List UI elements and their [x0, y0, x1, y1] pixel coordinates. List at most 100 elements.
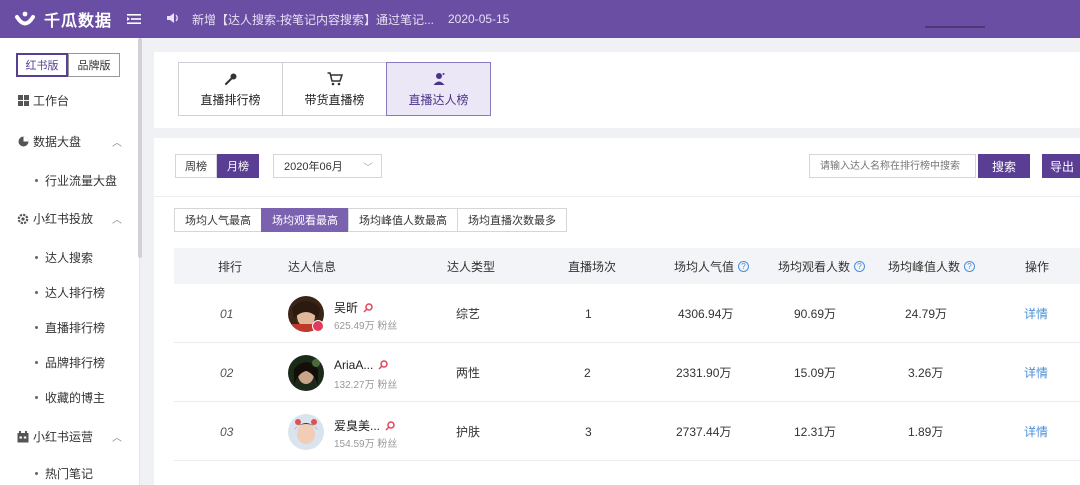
tab-sales-live[interactable]: 带货直播榜	[282, 62, 387, 116]
avatar[interactable]	[288, 355, 324, 391]
detail-link[interactable]: 详情	[1024, 402, 1048, 461]
sidebar-item-label: 收藏的博主	[45, 391, 106, 405]
export-button[interactable]: 导出	[1042, 154, 1080, 178]
pie-chart-icon	[17, 136, 29, 148]
microphone-icon	[224, 71, 238, 87]
fans-count: 625.49万	[334, 321, 375, 332]
sidebar-section-label: 小红书运营	[33, 430, 94, 444]
fans-label: 粉丝	[377, 321, 398, 332]
avg-popularity: 2331.90万	[676, 366, 732, 380]
bullet-dot	[35, 291, 38, 294]
announcement-date: 2020-05-15	[448, 12, 510, 26]
bullet-dot	[35, 396, 38, 399]
column-header: 场均人气值	[674, 259, 735, 274]
tab-avg-popularity[interactable]: 场均人气最高	[174, 208, 262, 232]
help-icon[interactable]: ?	[964, 260, 976, 272]
kol-type: 两性	[456, 366, 481, 380]
sidebar-item-brand-ranking[interactable]: 品牌排行榜	[35, 354, 105, 371]
monthly-button[interactable]: 月榜	[217, 154, 259, 178]
tab-avg-viewers[interactable]: 场均观看最高	[261, 208, 349, 232]
sidebar-item-label: 行业流量大盘	[45, 174, 118, 188]
weekly-button[interactable]: 周榜	[175, 154, 217, 178]
rank-number: 03	[220, 424, 234, 439]
chevron-up-icon: ︿	[112, 215, 122, 226]
sidebar-section-label: 小红书投放	[33, 212, 94, 226]
sidebar-section-data-overview[interactable]: 数据大盘 ︿	[0, 133, 138, 150]
avg-peak: 24.79万	[905, 307, 948, 321]
month-select[interactable]: 2020年06月 ﹀	[273, 154, 382, 178]
avg-viewers: 15.09万	[794, 366, 837, 380]
avatar[interactable]	[288, 414, 324, 450]
avg-viewers: 12.31万	[794, 425, 837, 439]
top-bar: 千瓜数据 新增【达人搜索-按笔记内容搜索】通过笔记... 2020-05-15	[0, 0, 1080, 38]
sidebar-item-industry-traffic[interactable]: 行业流量大盘	[35, 172, 117, 189]
kol-fans: 154.59万 粉丝	[334, 435, 397, 450]
live-sessions: 1	[585, 306, 592, 321]
column-header-with-help: 场均观看人数 ?	[778, 248, 866, 284]
live-sessions: 3	[585, 424, 592, 439]
grid-icon	[17, 95, 29, 107]
live-sessions: 2	[584, 365, 591, 380]
announcement-bar[interactable]: 新增【达人搜索-按笔记内容搜索】通过笔记... 2020-05-15	[166, 11, 509, 28]
sidebar-item-favorite-bloggers[interactable]: 收藏的博主	[35, 389, 105, 406]
live-tag-icon	[385, 420, 395, 431]
tab-live-kol[interactable]: 直播达人榜	[386, 62, 491, 116]
sidebar-item-live-ranking[interactable]: 直播排行榜	[35, 319, 105, 336]
help-icon[interactable]: ?	[738, 260, 750, 272]
kol-name-wrap[interactable]: 爱臭美...	[334, 417, 395, 434]
search-button[interactable]: 搜索	[978, 154, 1030, 178]
avg-peak: 1.89万	[908, 425, 944, 439]
table-row: 03 爱臭美... 154.59万 粉丝 护肤 3 2737.44万 12.31…	[174, 402, 1080, 461]
chevron-up-icon: ︿	[112, 138, 122, 149]
brand-logo[interactable]: 千瓜数据	[0, 7, 140, 31]
kol-type: 综艺	[456, 307, 481, 321]
sidebar-item-label: 达人排行榜	[45, 286, 106, 300]
column-header: 排行	[218, 259, 243, 274]
live-tag-icon	[378, 360, 389, 370]
sidebar-item-kol-search[interactable]: 达人搜索	[35, 249, 93, 266]
avg-peak: 3.26万	[908, 366, 944, 380]
table-row: 01 吴昕 625.49万 粉丝 综艺 1 4306.94万 90.69万 24…	[174, 284, 1080, 343]
kol-name-wrap[interactable]: AriaA...	[334, 358, 389, 372]
calendar-icon	[17, 430, 29, 443]
detail-link[interactable]: 详情	[1024, 284, 1048, 343]
user-area-divider	[925, 26, 985, 28]
kol-name-wrap[interactable]: 吴昕	[334, 299, 373, 316]
sidebar-item-label: 达人搜索	[45, 251, 94, 265]
sidebar-item-hot-notes[interactable]: 热门笔记	[35, 465, 93, 482]
period-toggle: 周榜 月榜	[175, 154, 259, 178]
tab-avg-peak[interactable]: 场均峰值人数最高	[348, 208, 458, 232]
sidebar-item-workbench[interactable]: 工作台	[0, 92, 138, 109]
version-tab-redbook[interactable]: 红书版	[16, 53, 68, 77]
sidebar-scrollbar[interactable]	[138, 38, 142, 258]
verified-badge	[312, 320, 324, 332]
cart-icon	[327, 71, 343, 87]
version-tab-brand[interactable]: 品牌版	[68, 53, 120, 77]
bullet-dot	[35, 326, 38, 329]
divider	[154, 196, 1080, 197]
person-icon	[432, 71, 446, 87]
tab-avg-sessions[interactable]: 场均直播次数最多	[457, 208, 567, 232]
table-header: 排行 达人信息 达人类型 直播场次 场均人气值 ? 场均观看人数 ? 场均峰值人…	[174, 248, 1080, 284]
tab-live-ranking[interactable]: 直播排行榜	[178, 62, 283, 116]
detail-link[interactable]: 详情	[1024, 343, 1048, 402]
column-header: 达人类型	[447, 259, 496, 274]
sidebar-section-xhs-placement[interactable]: 小红书投放 ︿	[0, 210, 138, 227]
search-input[interactable]	[809, 154, 976, 178]
rank-number: 02	[220, 365, 234, 380]
ranking-type-tabs: 直播排行榜 带货直播榜 直播达人榜	[154, 52, 1080, 128]
sidebar-section-label: 数据大盘	[33, 135, 82, 149]
sidebar-section-xhs-operation[interactable]: 小红书运营 ︿	[0, 428, 138, 445]
column-header-with-help: 场均人气值 ?	[674, 248, 750, 284]
avg-popularity: 2737.44万	[676, 425, 732, 439]
help-icon[interactable]: ?	[854, 260, 866, 272]
bullet-dot	[35, 179, 38, 182]
column-header: 直播场次	[568, 259, 617, 274]
kol-name: 爱臭美...	[334, 419, 381, 433]
version-switch: 红书版 品牌版	[16, 53, 120, 77]
column-header: 场均峰值人数	[888, 259, 961, 274]
fans-count: 132.27万	[334, 380, 375, 391]
sidebar-item-kol-ranking[interactable]: 达人排行榜	[35, 284, 105, 301]
bullet-dot	[35, 361, 38, 364]
menu-collapse-icon[interactable]	[126, 11, 142, 27]
